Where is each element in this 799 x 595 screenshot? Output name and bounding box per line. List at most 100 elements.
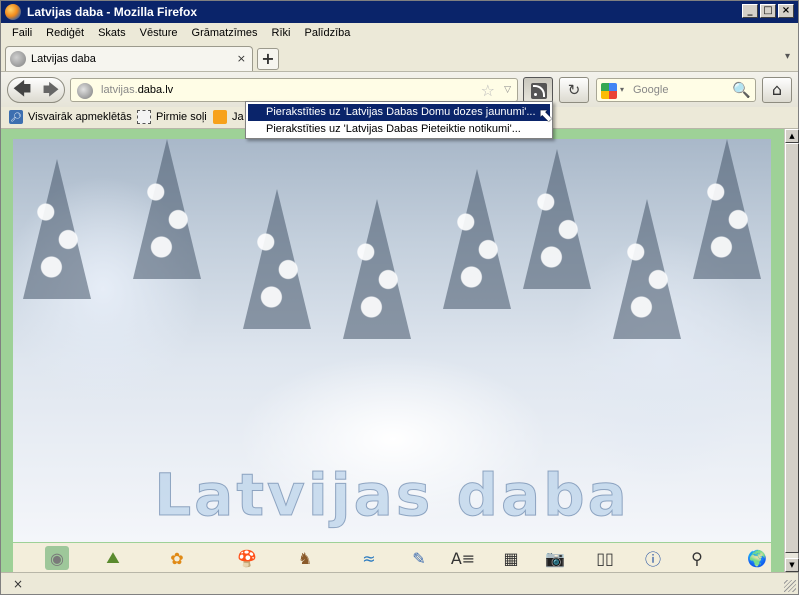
url-domain: daba.lv — [137, 84, 174, 96]
menu-history[interactable]: Vēsture — [140, 27, 178, 39]
url-history-dropdown-icon[interactable]: ▽ — [504, 85, 511, 95]
bookmark-most-visited[interactable]: 🔎︎ Visvairāk apmeklētās — [9, 110, 132, 124]
window-title: Latvijas daba - Mozilla Firefox — [27, 5, 198, 19]
minimize-button[interactable]: _ — [742, 4, 758, 18]
bookmark-label: Pirmie soļi — [156, 111, 207, 123]
new-tab-button[interactable]: + — [257, 48, 279, 70]
earth-icon: 🌍 — [747, 548, 767, 568]
page-icon — [137, 110, 151, 124]
section-link-table[interactable]: ▦ — [499, 546, 523, 570]
home-button[interactable]: ⌂ — [762, 77, 792, 103]
status-bar: × — [1, 572, 798, 594]
site-banner-title: Latvijas daba — [154, 461, 630, 530]
book-icon: ▯▯ — [596, 548, 614, 568]
tab-title: Latvijas daba — [31, 53, 96, 65]
tab-close-icon[interactable]: × — [237, 52, 246, 65]
firefox-logo-icon — [5, 4, 21, 20]
tree-decoration — [613, 199, 681, 339]
url-text[interactable]: latvijas.daba.lv — [101, 84, 173, 96]
url-prefix: latvijas. — [101, 84, 138, 96]
rss-subscribe-menu: Pierakstīties uz 'Latvijas Dabas Domu do… — [245, 101, 553, 139]
section-link-landscape[interactable]: ⛰ — [101, 546, 125, 570]
url-bar[interactable]: latvijas.daba.lv ☆ ▽ — [70, 78, 518, 102]
rss-menu-item-notikumi[interactable]: Pierakstīties uz 'Latvijas Dabas Pieteik… — [248, 121, 550, 138]
tools-icon: ✎ — [412, 548, 426, 568]
magnifier-icon: ⚲ — [691, 548, 703, 568]
rss-menu-item-domu-dozes[interactable]: Pierakstīties uz 'Latvijas Dabas Domu do… — [248, 104, 550, 121]
tree-decoration — [243, 189, 311, 329]
section-link-info[interactable]: ⓘ — [641, 546, 665, 570]
table-icon: ▦ — [503, 548, 519, 568]
menu-file[interactable]: Faili — [12, 27, 32, 39]
site-favicon-icon — [10, 51, 26, 67]
bookmark-first-steps[interactable]: Pirmie soļi — [137, 110, 207, 124]
section-link-globe[interactable]: ◉ — [45, 546, 69, 570]
tree-decoration — [133, 139, 201, 279]
search-input[interactable]: Google — [633, 84, 668, 96]
maximize-button[interactable]: □ — [760, 4, 776, 18]
alphabet-icon: A≡ — [450, 548, 476, 568]
close-addon-bar-icon[interactable]: × — [13, 577, 23, 591]
back-button[interactable]: 🡄 — [8, 78, 36, 102]
menu-edit[interactable]: Rediģēt — [46, 27, 84, 39]
section-icon-strip: ◉ ⛰ ✿ 🍄 ♞ ≈ ✎ A≡ ▦ 📷 ▯▯ ⓘ ⚲ 🌍 — [13, 543, 771, 572]
tree-decoration — [23, 159, 91, 299]
most-visited-icon: 🔎︎ — [9, 110, 23, 124]
globe-icon: ◉ — [50, 548, 64, 568]
rss-icon — [531, 83, 547, 99]
bookmark-live-feed[interactable]: Ja — [213, 110, 244, 124]
menu-tools[interactable]: Rīki — [272, 27, 291, 39]
scroll-up-button[interactable]: ▲ — [785, 129, 799, 143]
camera-icon: 📷 — [545, 548, 565, 568]
vertical-scrollbar[interactable]: ▲ ▼ — [784, 129, 799, 572]
tree-decoration — [343, 199, 411, 339]
section-link-tools[interactable]: ✎ — [407, 546, 431, 570]
bookmark-label: Visvairāk apmeklētās — [28, 111, 132, 123]
tab-latvijas-daba[interactable]: Latvijas daba × — [5, 46, 253, 71]
section-link-earth[interactable]: 🌍 — [745, 546, 769, 570]
window-controls: _ □ × — [742, 4, 794, 18]
rss-icon — [213, 110, 227, 124]
section-link-magnifier[interactable]: ⚲ — [685, 546, 709, 570]
section-link-flower[interactable]: ✿ — [165, 546, 189, 570]
browser-window: Latvijas daba - Mozilla Firefox _ □ × Fa… — [0, 0, 799, 595]
section-link-alphabet[interactable]: A≡ — [451, 546, 475, 570]
section-link-deer[interactable]: ♞ — [293, 546, 317, 570]
mouse-cursor-icon: ⬉ — [538, 105, 554, 126]
tree-decoration — [693, 139, 761, 279]
section-link-book[interactable]: ▯▯ — [593, 546, 617, 570]
close-button[interactable]: × — [778, 4, 794, 18]
tab-strip: Latvijas daba × + ▾ — [1, 43, 798, 71]
section-link-water[interactable]: ≈ — [357, 546, 381, 570]
search-go-icon[interactable]: 🔍 — [732, 81, 751, 99]
bookmark-label: Ja — [232, 111, 244, 123]
reload-button[interactable]: ↻ — [559, 77, 589, 103]
search-engine-dropdown-icon[interactable]: ▾ — [620, 85, 624, 94]
menu-bar: Faili Rediģēt Skats Vēsture Grāmatzīmes … — [1, 23, 798, 43]
back-forward-group: 🡄 🡆 — [7, 77, 65, 103]
forward-button[interactable]: 🡆 — [38, 78, 64, 102]
water-icon: ≈ — [362, 548, 376, 568]
tab-list-chevron-icon[interactable]: ▾ — [785, 51, 790, 62]
resize-grip[interactable] — [784, 580, 796, 592]
menu-help[interactable]: Palīdzība — [305, 27, 351, 39]
tree-decoration — [523, 149, 591, 289]
site-identity-icon[interactable] — [77, 83, 93, 99]
google-logo-icon[interactable] — [601, 83, 617, 99]
page-content: Latvijas daba ◉ ⛰ ✿ 🍄 ♞ ≈ ✎ A≡ ▦ 📷 ▯▯ ⓘ ⚲ 🌍 — [1, 129, 784, 572]
scrollbar-thumb[interactable] — [785, 143, 799, 553]
deer-icon: ♞ — [297, 548, 313, 568]
info-icon: ⓘ — [644, 550, 661, 569]
menu-bookmarks[interactable]: Grāmatzīmes — [192, 27, 258, 39]
search-bar[interactable]: ▾ Google 🔍 — [596, 78, 756, 102]
rss-subscribe-button[interactable] — [523, 77, 553, 103]
winter-forest-banner: Latvijas daba — [13, 139, 771, 542]
section-link-camera[interactable]: 📷 — [543, 546, 567, 570]
scroll-down-button[interactable]: ▼ — [785, 558, 799, 572]
tree-decoration — [443, 169, 511, 309]
mushroom-icon: 🍄 — [237, 548, 257, 568]
flower-icon: ✿ — [170, 548, 184, 568]
menu-view[interactable]: Skats — [98, 27, 126, 39]
section-link-mushroom[interactable]: 🍄 — [235, 546, 259, 570]
bookmark-star-icon[interactable]: ☆ — [481, 81, 495, 100]
